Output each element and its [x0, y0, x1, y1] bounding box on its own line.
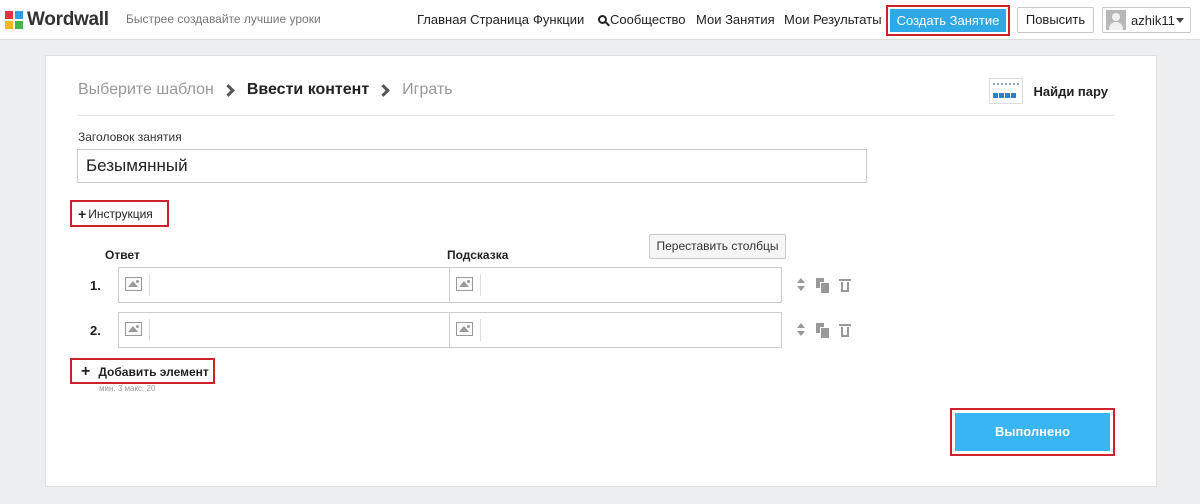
answer-column-header: Ответ [105, 248, 140, 262]
answer-cell [119, 313, 450, 347]
add-item-highlight: + Добавить элемент [70, 358, 215, 384]
upgrade-button[interactable]: Повысить [1017, 7, 1094, 33]
plus-icon: + [81, 363, 91, 380]
plus-icon: + [78, 206, 87, 222]
create-activity-button[interactable]: Создать Занятие [890, 9, 1006, 32]
breadcrumb-choose-template[interactable]: Выберите шаблон [78, 81, 214, 99]
add-instruction-label: Инструкция [88, 207, 153, 221]
template-thumbnail-icon [989, 78, 1024, 104]
activity-title-input[interactable]: Безымянный [77, 149, 867, 183]
item-limits: мин. 3 макс. 20 [99, 384, 156, 393]
nav-features-link[interactable]: Функции [533, 12, 584, 27]
hint-cell [450, 313, 781, 347]
duplicate-icon[interactable] [816, 322, 829, 338]
add-item-label: Добавить элемент [98, 365, 209, 379]
image-icon[interactable] [456, 322, 473, 336]
breadcrumb: Выберите шаблон Ввести контент Играть [78, 81, 453, 99]
reorder-icon[interactable] [796, 322, 806, 338]
avatar [1106, 10, 1126, 30]
image-icon[interactable] [125, 277, 142, 291]
template-name: Найди пару [1033, 83, 1108, 99]
divider [78, 115, 1114, 116]
item-actions [796, 277, 851, 293]
wordwall-logo[interactable]: Wordwall [5, 9, 109, 31]
breadcrumb-enter-content: Ввести контент [246, 81, 370, 98]
reorder-icon[interactable] [796, 277, 806, 293]
item-number: 1. [90, 278, 101, 293]
image-icon[interactable] [456, 277, 473, 291]
answer-cell [119, 268, 450, 302]
list-item [118, 267, 782, 303]
create-activity-highlight: Создать Занятие [886, 5, 1010, 36]
nav-my-activities-link[interactable]: Мои Занятия [696, 12, 775, 27]
item-number: 2. [90, 323, 101, 338]
nav-my-results-link[interactable]: Мои Результаты [784, 12, 882, 27]
done-button[interactable]: Выполнено [955, 413, 1110, 451]
nav-community-label: Сообщество [610, 12, 686, 27]
nav-community-link[interactable]: Сообщество [598, 12, 686, 27]
content-editor-panel: Выберите шаблон Ввести контент Играть На… [45, 55, 1157, 487]
trash-icon[interactable] [839, 278, 851, 293]
chevron-down-icon [1176, 18, 1184, 23]
hint-cell [450, 268, 781, 302]
done-highlight: Выполнено [950, 408, 1115, 456]
search-icon [598, 15, 607, 24]
list-item [118, 312, 782, 348]
trash-icon[interactable] [839, 323, 851, 338]
duplicate-icon[interactable] [816, 277, 829, 293]
nav-home-link[interactable]: Главная Страница [417, 12, 529, 27]
image-icon[interactable] [125, 322, 142, 336]
username: azhik11 [1131, 13, 1175, 28]
tagline: Быстрее создавайте лучшие уроки [126, 12, 321, 26]
selected-template[interactable]: Найди пару [989, 78, 1108, 104]
swap-columns-button[interactable]: Переставить столбцы [649, 234, 786, 259]
logo-grid-icon [5, 11, 23, 29]
chevron-right-icon [377, 83, 391, 97]
logo-text: Wordwall [27, 9, 109, 30]
hint-column-header: Подсказка [447, 248, 509, 262]
instruction-highlight: + Инструкция [70, 200, 169, 227]
add-instruction-button[interactable]: + Инструкция [78, 206, 153, 222]
item-actions [796, 322, 851, 338]
activity-title-label: Заголовок занятия [78, 130, 182, 144]
add-item-button[interactable]: + Добавить элемент [81, 363, 209, 381]
top-navigation-bar: Wordwall Быстрее создавайте лучшие уроки… [0, 0, 1200, 40]
breadcrumb-play: Играть [402, 81, 453, 98]
chevron-right-icon [221, 83, 235, 97]
user-menu-button[interactable]: azhik11 [1102, 7, 1191, 33]
